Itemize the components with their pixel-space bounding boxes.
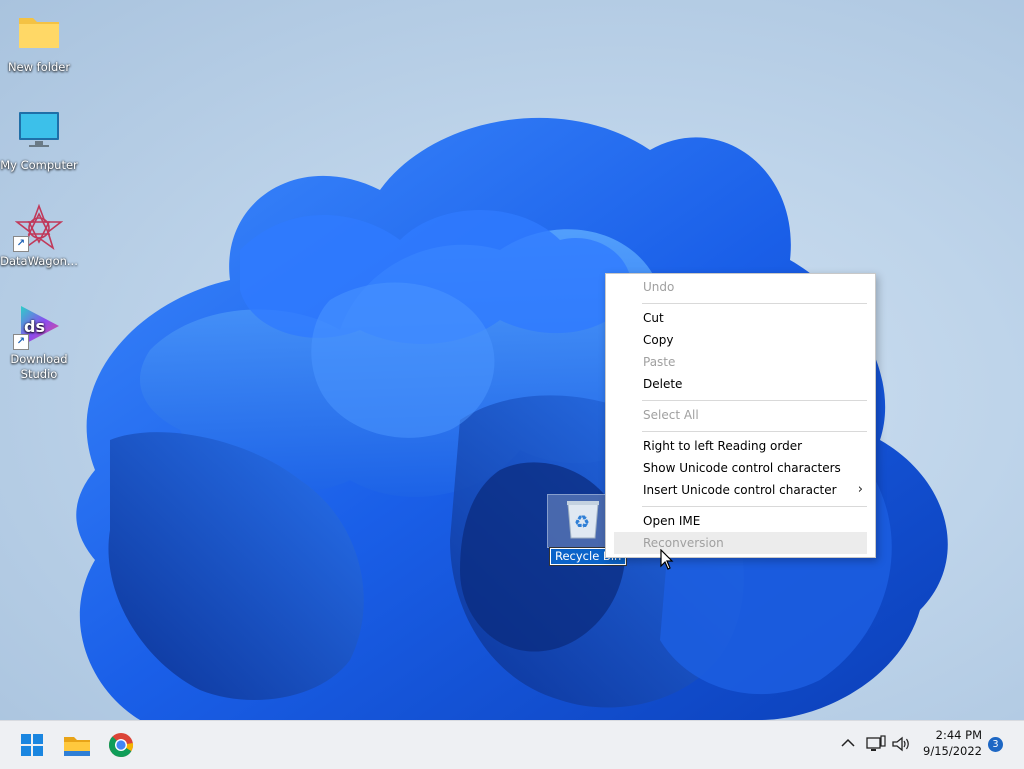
datawagon-app-icon: ↗ (13, 203, 64, 252)
menu-item-paste[interactable]: Paste (606, 351, 875, 373)
desktop-icon-download-studio[interactable]: ds ↗ Download Studio (0, 302, 78, 382)
desktop-icon-label: DataWagon... (0, 254, 78, 268)
shortcut-arrow-icon: ↗ (13, 236, 29, 252)
start-button[interactable] (15, 729, 49, 761)
taskbar: 2:44 PM 9/15/2022 3 (0, 720, 1024, 769)
recycle-bin-icon: ♻ (565, 498, 601, 540)
menu-separator (642, 506, 867, 507)
desktop-icon-datawagon[interactable]: ↗ DataWagon... (0, 203, 78, 269)
desktop[interactable]: New folder My Computer ↗ DataWagon... ds… (0, 0, 1024, 720)
context-menu: Undo Cut Copy Paste Delete Select All Ri… (605, 273, 876, 558)
chevron-right-icon: › (857, 482, 863, 497)
clock[interactable]: 2:44 PM 9/15/2022 (918, 727, 982, 759)
menu-item-select-all[interactable]: Select All (606, 404, 875, 426)
menu-separator (642, 303, 867, 304)
menu-separator (642, 431, 867, 432)
menu-item-rtl-reading-order[interactable]: Right to left Reading order (606, 435, 875, 457)
desktop-icon-new-folder[interactable]: New folder (0, 10, 78, 75)
monitor-icon (15, 108, 63, 156)
menu-item-copy[interactable]: Copy (606, 329, 875, 351)
menu-item-insert-unicode-control[interactable]: Insert Unicode control character › (606, 479, 875, 501)
menu-item-show-unicode-control[interactable]: Show Unicode control characters (606, 457, 875, 479)
file-explorer-button[interactable] (60, 729, 94, 761)
menu-item-delete[interactable]: Delete (606, 373, 875, 395)
chrome-icon (108, 733, 134, 758)
download-studio-icon: ds ↗ (13, 302, 63, 350)
windows-logo-icon (21, 734, 43, 756)
desktop-icon-my-computer[interactable]: My Computer (0, 108, 78, 173)
menu-separator (642, 400, 867, 401)
desktop-icon-label: My Computer (0, 158, 78, 172)
svg-text:♻: ♻ (574, 512, 590, 533)
folder-icon (15, 10, 63, 58)
clock-time: 2:44 PM (935, 728, 982, 742)
notification-badge[interactable]: 3 (988, 737, 1003, 752)
mouse-cursor-icon (660, 549, 674, 570)
desktop-icon-label: New folder (7, 60, 71, 74)
network-icon[interactable] (866, 735, 886, 753)
chevron-up-icon[interactable] (839, 734, 857, 752)
clock-date: 9/15/2022 (923, 744, 982, 758)
menu-item-cut[interactable]: Cut (606, 307, 875, 329)
volume-icon[interactable] (891, 735, 911, 753)
shortcut-arrow-icon: ↗ (13, 334, 29, 350)
menu-item-open-ime[interactable]: Open IME (606, 510, 875, 532)
menu-item-reconversion[interactable]: Reconversion (614, 532, 867, 554)
file-explorer-icon (64, 737, 90, 756)
menu-item-undo[interactable]: Undo (606, 276, 875, 298)
chrome-button[interactable] (104, 729, 138, 761)
desktop-icon-label: Download Studio (10, 352, 68, 381)
